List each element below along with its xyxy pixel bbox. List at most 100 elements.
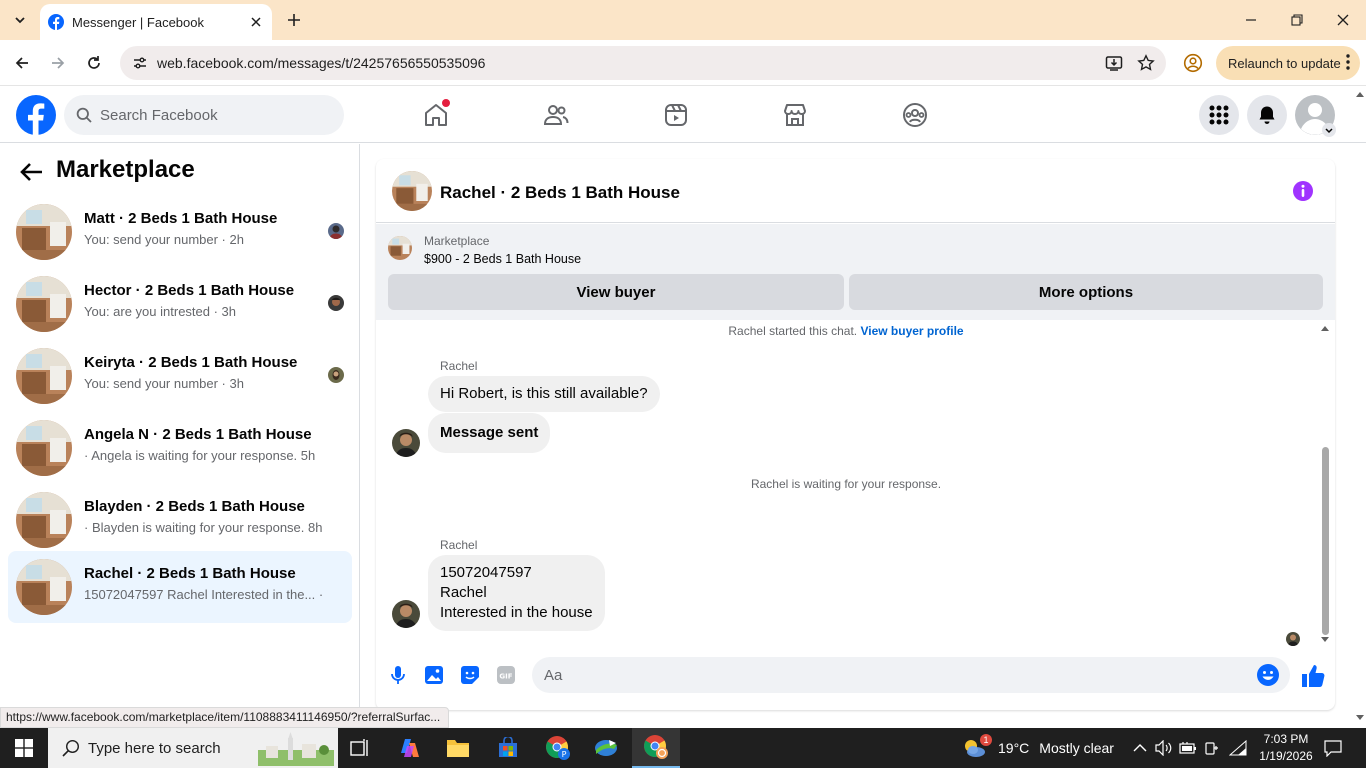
seen-avatar bbox=[1286, 632, 1300, 646]
nav-home[interactable] bbox=[406, 87, 466, 143]
taskbar-search-input[interactable] bbox=[88, 739, 268, 757]
microsoft-store-button[interactable] bbox=[484, 728, 532, 768]
weather-widget[interactable]: 1 19°C Mostly clear bbox=[962, 728, 1114, 768]
network-app-button[interactable] bbox=[582, 728, 630, 768]
chat-started-text: Rachel started this chat. bbox=[728, 324, 858, 338]
volume-button[interactable] bbox=[1154, 738, 1174, 758]
system-clock[interactable]: 7:03 PM 1/19/2026 bbox=[1256, 731, 1316, 765]
conversation-item[interactable]: Matt · 2 Beds 1 Bath House You: send you… bbox=[8, 196, 352, 268]
listing-title[interactable]: $900 - 2 Beds 1 Bath House bbox=[424, 252, 581, 266]
gif-button[interactable]: GIF bbox=[494, 663, 518, 687]
install-app-icon[interactable] bbox=[1102, 51, 1126, 75]
nav-friends[interactable] bbox=[526, 87, 586, 143]
phone-icon bbox=[1205, 742, 1218, 755]
copilot-button[interactable] bbox=[386, 728, 434, 768]
facebook-search-box[interactable] bbox=[64, 95, 344, 135]
reload-icon bbox=[88, 56, 100, 69]
page-scroll-down-icon[interactable] bbox=[1356, 715, 1364, 721]
file-explorer-button[interactable] bbox=[434, 728, 482, 768]
message-bubble[interactable]: Message sent bbox=[428, 413, 551, 453]
conversation-item[interactable]: Keiryta · 2 Beds 1 Bath House You: send … bbox=[8, 340, 352, 412]
chat-listing-thumbnail[interactable] bbox=[392, 171, 432, 211]
reload-button[interactable] bbox=[80, 49, 108, 77]
conversation-item[interactable]: Angela N · 2 Beds 1 Bath House · Angela … bbox=[8, 412, 352, 484]
forward-button[interactable] bbox=[44, 49, 72, 77]
message-input[interactable] bbox=[544, 666, 1244, 684]
voice-clip-button[interactable] bbox=[386, 663, 410, 687]
sticker-button[interactable] bbox=[458, 663, 482, 687]
thumbs-up-icon[interactable] bbox=[1300, 663, 1326, 689]
taskbar-search-box[interactable] bbox=[48, 728, 338, 768]
nav-marketplace[interactable] bbox=[765, 87, 825, 143]
emoji-icon[interactable] bbox=[1256, 663, 1280, 687]
weather-icon: 1 bbox=[962, 734, 992, 760]
new-tab-button[interactable] bbox=[282, 8, 306, 32]
facebook-logo-icon[interactable] bbox=[16, 95, 56, 135]
browser-tab[interactable]: Messenger | Facebook bbox=[40, 4, 272, 40]
chrome-icon bbox=[644, 735, 668, 759]
info-icon[interactable] bbox=[1292, 180, 1314, 202]
listing-thumbnail bbox=[16, 348, 72, 404]
message-bubble[interactable]: 15072047597 Rachel Interested in the hou… bbox=[428, 555, 605, 631]
listing-thumbnail bbox=[16, 559, 72, 615]
menu-button[interactable] bbox=[1199, 95, 1239, 135]
notifications-button[interactable] bbox=[1247, 95, 1287, 135]
bell-icon bbox=[1259, 106, 1275, 124]
page-scrollbar[interactable] bbox=[1354, 87, 1366, 727]
battery-button[interactable] bbox=[1178, 738, 1198, 758]
back-button[interactable] bbox=[8, 49, 36, 77]
nav-groups[interactable] bbox=[885, 87, 945, 143]
relaunch-to-update-button[interactable]: Relaunch to update bbox=[1216, 46, 1360, 80]
conversation-item-active[interactable]: Rachel · 2 Beds 1 Bath House 15072047597… bbox=[8, 551, 352, 623]
sender-avatar[interactable] bbox=[392, 429, 420, 457]
message-scrollbar-thumb[interactable] bbox=[1322, 447, 1329, 635]
scroll-down-arrow-icon[interactable] bbox=[1321, 637, 1329, 643]
marketplace-conversation-panel: Marketplace Matt · 2 Beds 1 Bath House Y… bbox=[0, 144, 360, 710]
chrome-profile-icon[interactable] bbox=[1181, 51, 1205, 75]
conversation-preview: You: are you intrested · 3h bbox=[84, 304, 237, 319]
show-hidden-icons-button[interactable] bbox=[1130, 738, 1150, 758]
back-arrow-icon[interactable] bbox=[18, 160, 44, 184]
weather-description: Mostly clear bbox=[1039, 740, 1114, 756]
close-tab-icon[interactable] bbox=[248, 14, 264, 30]
battery-icon bbox=[1179, 742, 1196, 754]
buyer-avatar bbox=[328, 367, 344, 383]
account-chevron-icon[interactable] bbox=[1322, 123, 1336, 137]
site-info-icon[interactable] bbox=[130, 53, 150, 73]
chat-started-notice: Rachel started this chat. View buyer pro… bbox=[376, 324, 1316, 338]
weather-temperature: 19°C bbox=[998, 740, 1030, 756]
conversation-name: Rachel · 2 Beds 1 Bath House bbox=[84, 565, 296, 582]
sender-avatar[interactable] bbox=[392, 600, 420, 628]
conversation-item[interactable]: Hector · 2 Beds 1 Bath House You: are yo… bbox=[8, 268, 352, 340]
task-view-button[interactable] bbox=[336, 728, 384, 768]
view-buyer-profile-link[interactable]: View buyer profile bbox=[860, 324, 963, 338]
scroll-up-arrow-icon[interactable] bbox=[1321, 325, 1329, 331]
listing-thumbnail bbox=[16, 276, 72, 332]
more-options-button[interactable]: More options bbox=[849, 274, 1323, 310]
phone-link-button[interactable] bbox=[1202, 738, 1222, 758]
minimize-button[interactable] bbox=[1228, 0, 1274, 40]
restore-button[interactable] bbox=[1274, 0, 1320, 40]
bookmark-star-icon[interactable] bbox=[1134, 51, 1158, 75]
facebook-search-input[interactable] bbox=[100, 106, 320, 124]
attach-photo-button[interactable] bbox=[422, 663, 446, 687]
chrome-active-button[interactable] bbox=[632, 728, 680, 768]
listing-source-label: Marketplace bbox=[424, 234, 490, 248]
start-button[interactable] bbox=[0, 728, 48, 768]
chat-title[interactable]: Rachel · 2 Beds 1 Bath House bbox=[440, 183, 680, 203]
message-bubble[interactable]: Hi Robert, is this still available? bbox=[428, 376, 660, 412]
close-window-button[interactable] bbox=[1320, 0, 1366, 40]
tab-search-button[interactable] bbox=[8, 8, 32, 32]
notification-dot bbox=[442, 99, 450, 107]
notification-center-button[interactable] bbox=[1323, 738, 1343, 758]
conversation-item[interactable]: Blayden · 2 Beds 1 Bath House · Blayden … bbox=[8, 484, 352, 556]
nav-video[interactable] bbox=[646, 87, 706, 143]
chrome-profile-p-button[interactable]: P bbox=[534, 728, 582, 768]
message-line: Rachel bbox=[440, 584, 487, 601]
listing-thumbnail bbox=[16, 420, 72, 476]
message-input-box[interactable] bbox=[532, 657, 1290, 693]
view-buyer-button[interactable]: View buyer bbox=[388, 274, 844, 310]
page-scroll-up-icon[interactable] bbox=[1356, 91, 1364, 97]
wifi-button[interactable] bbox=[1228, 738, 1248, 758]
address-bar[interactable]: web.facebook.com/messages/t/242576565505… bbox=[120, 46, 1166, 80]
